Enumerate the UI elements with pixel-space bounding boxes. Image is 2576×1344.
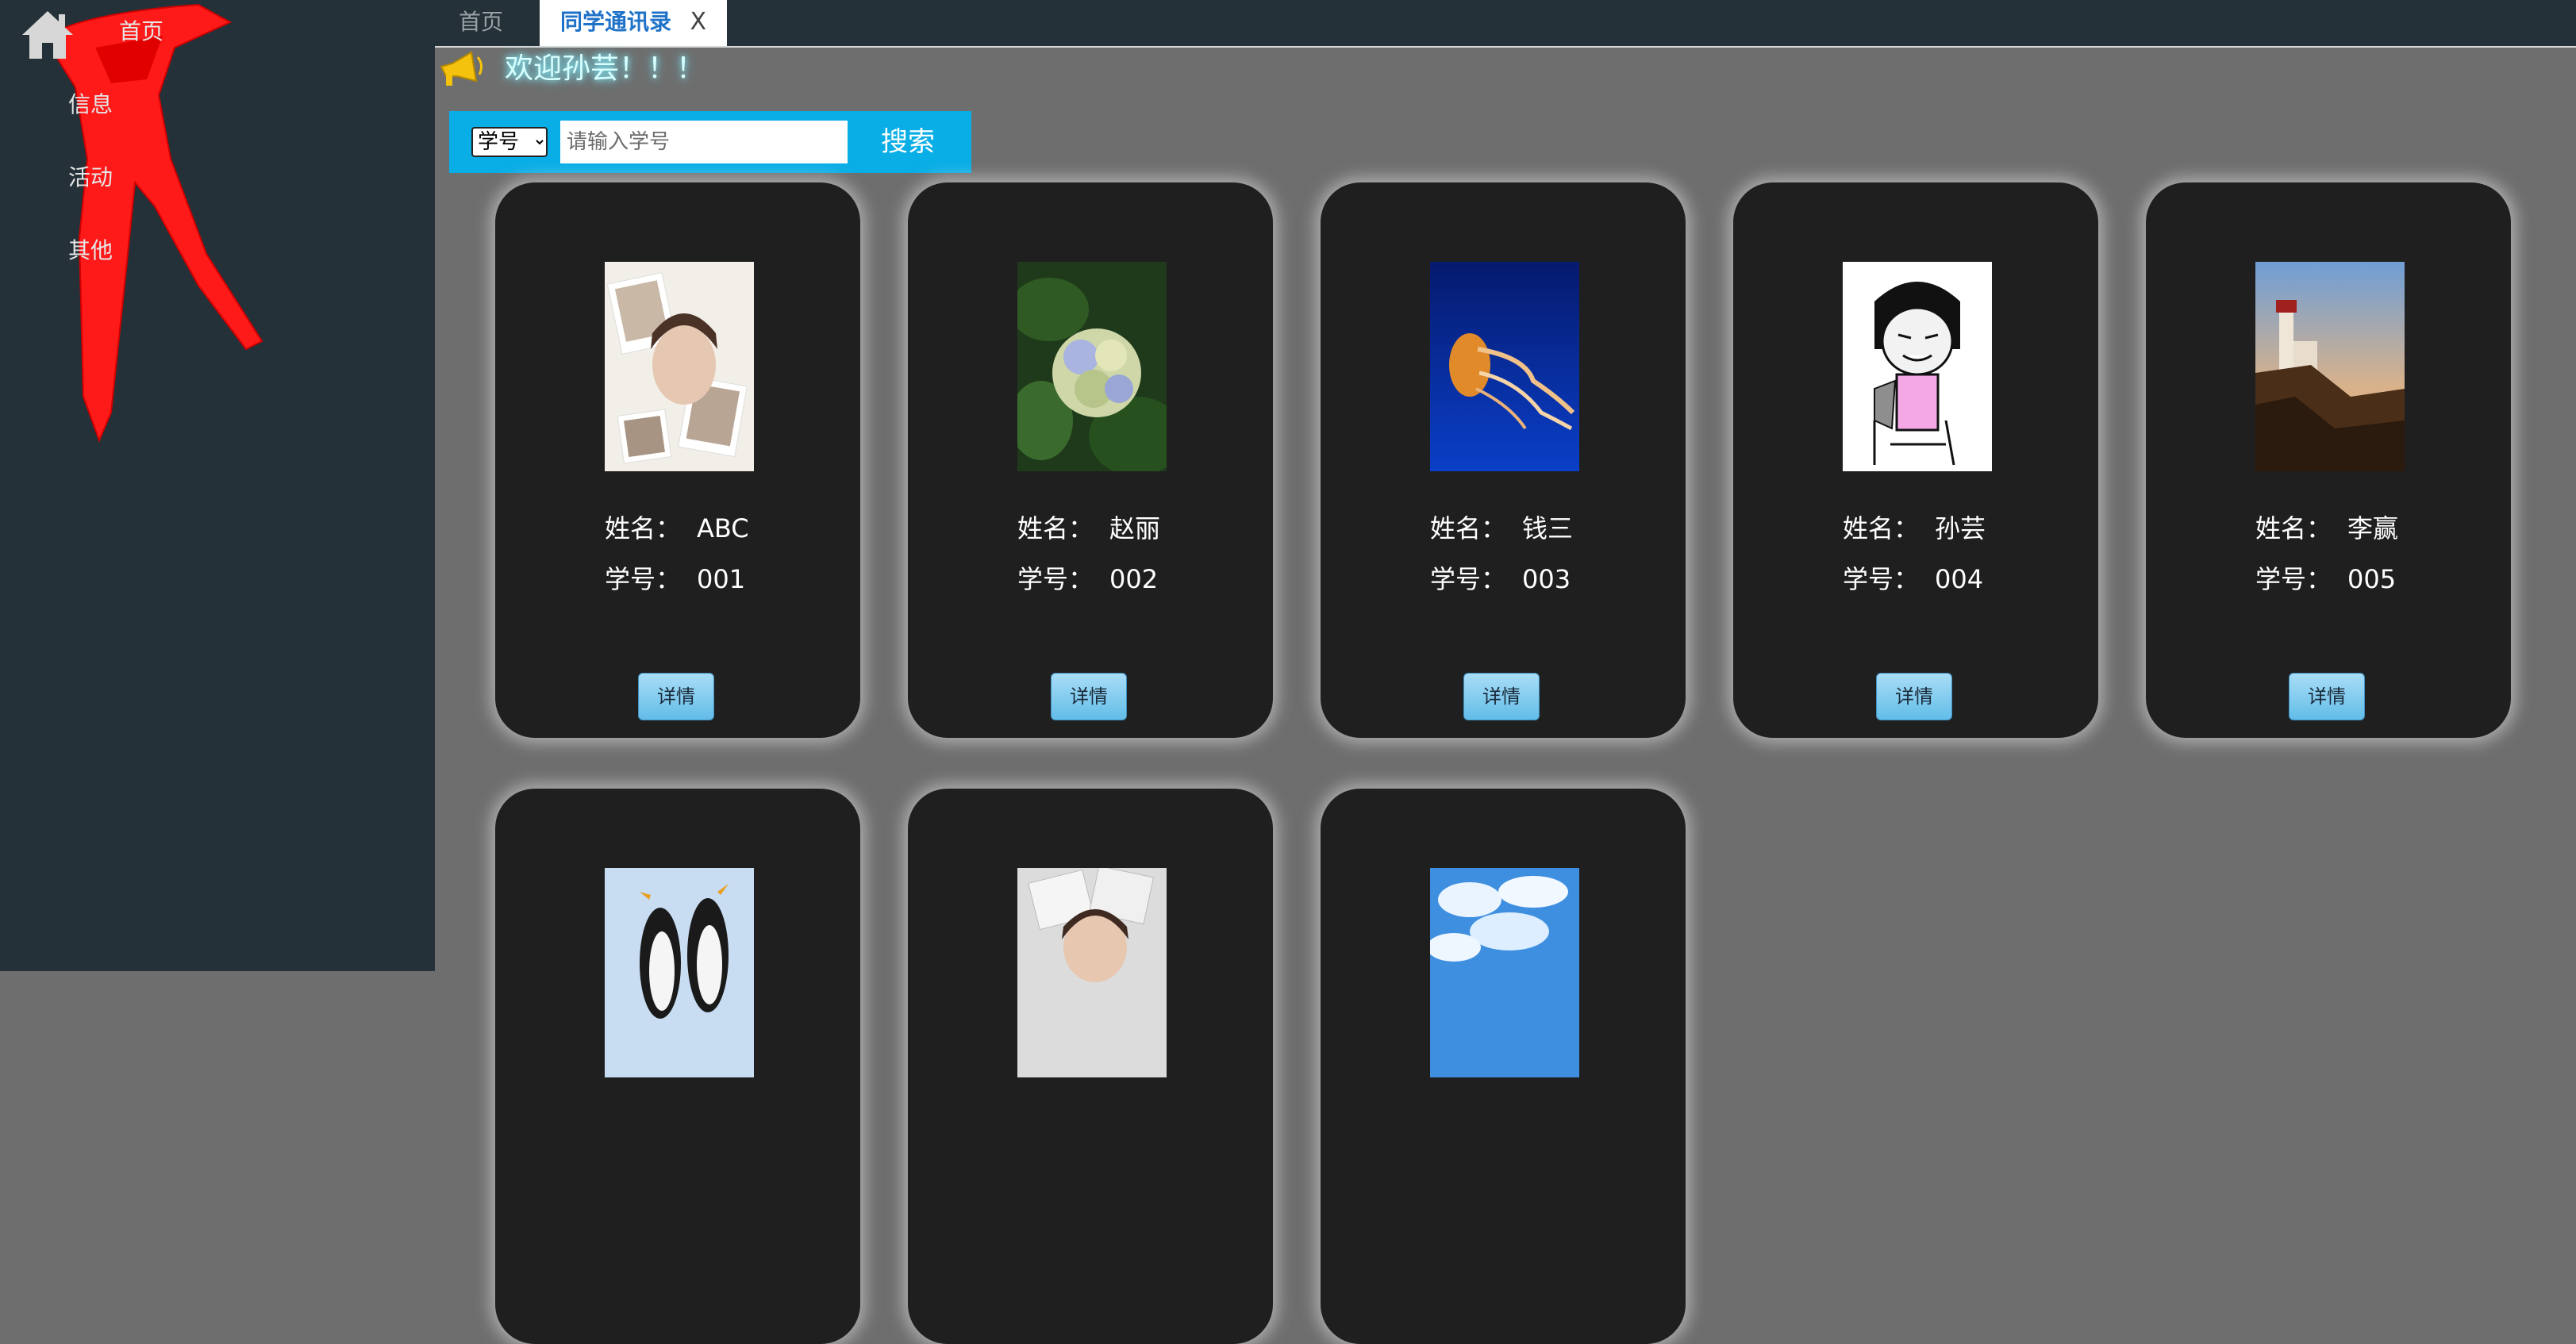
tab-classmate-directory[interactable]: 同学通讯录 X bbox=[540, 0, 727, 46]
welcome-message: 欢迎孙芸！！！ bbox=[505, 52, 706, 85]
student-id: 001 bbox=[697, 564, 746, 594]
student-photo bbox=[1017, 262, 1167, 471]
student-card bbox=[1321, 789, 1686, 1344]
id-label: 学号： bbox=[1430, 564, 1507, 594]
student-id: 004 bbox=[1935, 564, 1984, 594]
speaker-icon bbox=[440, 51, 483, 86]
student-photo bbox=[605, 262, 754, 471]
student-name-row: 姓名： 钱三 bbox=[1430, 513, 1668, 544]
student-id-row: 学号： 003 bbox=[1430, 563, 1668, 595]
detail-button[interactable]: 详情 bbox=[2289, 673, 2365, 720]
student-card: 姓名： 钱三 学号： 003 详情 bbox=[1321, 182, 1686, 738]
student-photo bbox=[1017, 868, 1167, 1077]
detail-button[interactable]: 详情 bbox=[1876, 673, 1952, 720]
sidebar-item-other[interactable]: 其他 bbox=[68, 236, 113, 265]
sidebar-item-home[interactable]: 首页 bbox=[119, 17, 163, 46]
name-label: 姓名： bbox=[1430, 513, 1507, 543]
sidebar: 首页 信息 活动 其他 bbox=[0, 0, 435, 971]
student-id: 003 bbox=[1522, 564, 1571, 594]
home-icon[interactable] bbox=[19, 6, 76, 63]
student-name-row: 姓名： ABC bbox=[605, 513, 843, 544]
student-photo bbox=[1843, 262, 1992, 471]
student-photo bbox=[1430, 868, 1579, 1077]
detail-button[interactable]: 详情 bbox=[1463, 673, 1540, 720]
student-id-row: 学号： 002 bbox=[1017, 563, 1255, 595]
sidebar-item-activity[interactable]: 活动 bbox=[68, 163, 113, 192]
student-card bbox=[495, 789, 860, 1344]
student-name: 李赢 bbox=[2347, 513, 2399, 543]
student-photo bbox=[605, 868, 754, 1077]
student-id: 005 bbox=[2347, 564, 2397, 594]
student-card: 姓名： 孙芸 学号： 004 详情 bbox=[1733, 182, 2098, 738]
search-input[interactable] bbox=[560, 121, 848, 163]
student-name-row: 姓名： 赵丽 bbox=[1017, 513, 1255, 544]
student-card: 姓名： 赵丽 学号： 002 详情 bbox=[908, 182, 1273, 738]
student-card: 姓名： ABC 学号： 001 详情 bbox=[495, 182, 860, 738]
student-id-row: 学号： 004 bbox=[1843, 563, 2081, 595]
tab-label: 首页 bbox=[459, 9, 504, 35]
detail-button[interactable]: 详情 bbox=[638, 673, 714, 720]
search-bar: 学号 搜索 bbox=[449, 111, 971, 173]
student-id-row: 学号： 005 bbox=[2255, 563, 2493, 595]
id-label: 学号： bbox=[1843, 564, 1920, 594]
student-card: 姓名： 李赢 学号： 005 详情 bbox=[2146, 182, 2511, 738]
student-name: 赵丽 bbox=[1109, 513, 1161, 543]
student-photo bbox=[2255, 262, 2405, 471]
student-photo bbox=[1430, 262, 1579, 471]
student-name-row: 姓名： 孙芸 bbox=[1843, 513, 2081, 544]
search-field-select[interactable]: 学号 bbox=[471, 127, 548, 157]
name-label: 姓名： bbox=[1843, 513, 1920, 543]
tab-label: 同学通讯录 bbox=[560, 9, 672, 35]
student-name: 孙芸 bbox=[1935, 513, 1986, 543]
student-name-row: 姓名： 李赢 bbox=[2255, 513, 2493, 544]
sidebar-item-info[interactable]: 信息 bbox=[68, 90, 113, 119]
close-icon[interactable]: X bbox=[690, 0, 706, 44]
name-label: 姓名： bbox=[605, 513, 682, 543]
id-label: 学号： bbox=[605, 564, 682, 594]
tab-bar: 首页 同学通讯录 X bbox=[435, 0, 2576, 48]
student-id: 002 bbox=[1109, 564, 1159, 594]
student-name: ABC bbox=[697, 513, 749, 543]
name-label: 姓名： bbox=[2255, 513, 2332, 543]
detail-button[interactable]: 详情 bbox=[1051, 673, 1127, 720]
search-button[interactable]: 搜索 bbox=[860, 117, 955, 167]
student-id-row: 学号： 001 bbox=[605, 563, 843, 595]
id-label: 学号： bbox=[2255, 564, 2332, 594]
student-name: 钱三 bbox=[1522, 513, 1574, 543]
id-label: 学号： bbox=[1017, 564, 1094, 594]
name-label: 姓名： bbox=[1017, 513, 1094, 543]
student-card bbox=[908, 789, 1273, 1344]
red-scarf-decoration bbox=[55, 3, 263, 443]
